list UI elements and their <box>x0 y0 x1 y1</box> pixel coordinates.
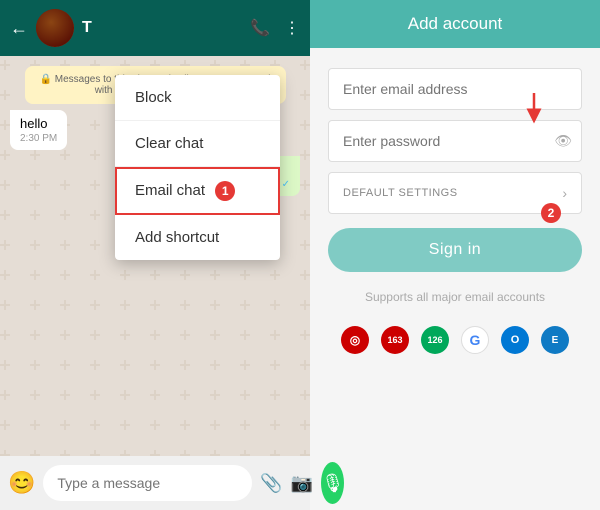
more-icon[interactable]: ⋮ <box>284 18 300 38</box>
context-menu-clear-chat[interactable]: Clear chat <box>115 121 280 167</box>
eye-icon[interactable]: 👁 <box>554 133 572 150</box>
provider-netease[interactable]: ◎ <box>341 326 369 354</box>
call-icon[interactable]: 📞 <box>250 18 270 38</box>
header-icons: 📞 ⋮ <box>250 18 300 38</box>
password-container: 👁 <box>328 120 582 162</box>
chat-input-bar: 😊 📎 📷 🎙 <box>0 456 310 510</box>
chat-header: ← T 📞 ⋮ <box>0 0 310 56</box>
provider-126[interactable]: 126 <box>421 326 449 354</box>
context-menu-add-shortcut[interactable]: Add shortcut <box>115 215 280 260</box>
provider-163[interactable]: 163 <box>381 326 409 354</box>
settings-row[interactable]: DEFAULT SETTINGS › 2 <box>328 172 582 214</box>
account-title: Add account <box>408 14 503 34</box>
message-incoming: hello 2:30 PM <box>10 110 67 150</box>
camera-icon[interactable]: 📷 <box>291 473 313 494</box>
email-providers: ◎ 163 126 G O E <box>328 326 582 354</box>
back-button[interactable]: ← <box>10 18 28 39</box>
chat-contact-name: T <box>82 19 242 37</box>
account-panel: Add account 👁 DEFAULT SETTINGS <box>310 0 600 510</box>
supports-text: Supports all major email accounts <box>328 290 582 304</box>
message-input[interactable] <box>43 465 252 501</box>
sign-in-button[interactable]: Sign in <box>328 228 582 272</box>
step2-badge: 2 <box>541 203 561 223</box>
account-header: Add account <box>310 0 600 48</box>
provider-google[interactable]: G <box>461 326 489 354</box>
emoji-button[interactable]: 😊 <box>8 470 35 496</box>
avatar <box>36 9 74 47</box>
provider-outlook[interactable]: O <box>501 326 529 354</box>
message-time: 2:30 PM <box>20 133 57 144</box>
settings-label: DEFAULT SETTINGS <box>343 187 458 199</box>
account-form: 👁 DEFAULT SETTINGS › 2 Sign in Supports … <box>310 48 600 510</box>
chat-panel: ← T 📞 ⋮ 🔒 Messages to this chat and call… <box>0 0 310 510</box>
provider-exchange[interactable]: E <box>541 326 569 354</box>
context-menu-email-chat[interactable]: Email chat 1 <box>115 167 280 215</box>
context-menu-block[interactable]: Block <box>115 75 280 121</box>
password-wrapper: 👁 <box>328 120 582 162</box>
context-menu: Block Clear chat Email chat 1 Add shortc… <box>115 75 280 260</box>
mic-button[interactable]: 🎙 <box>321 462 344 504</box>
arrow-annotation <box>504 88 544 124</box>
password-input[interactable] <box>328 120 582 162</box>
step1-badge: 1 <box>215 181 235 201</box>
attach-icon[interactable]: 📎 <box>260 473 282 494</box>
chevron-right-icon: › <box>562 185 567 201</box>
